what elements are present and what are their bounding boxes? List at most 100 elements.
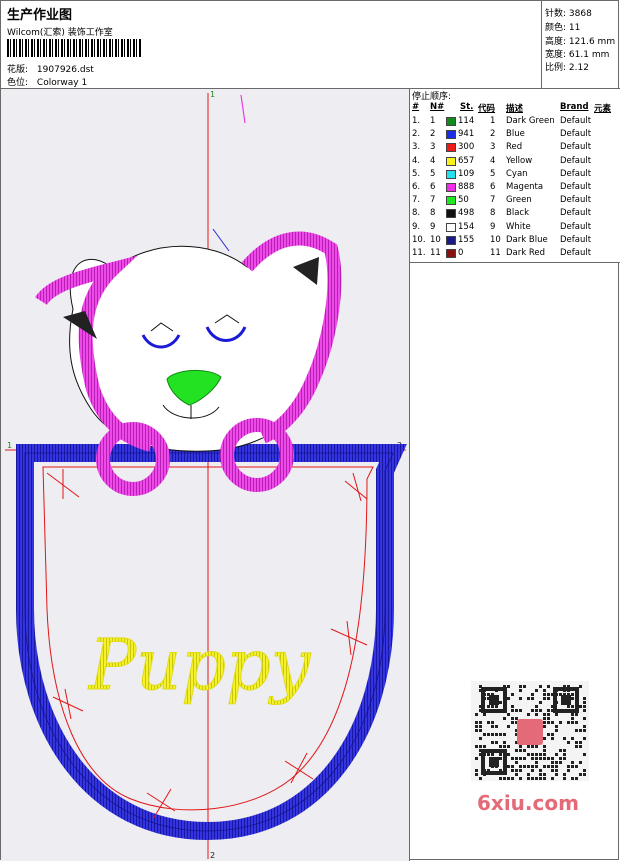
table-row: 1. 1 114 1 Dark Green Default <box>410 116 620 129</box>
row-brand: Default <box>560 142 592 153</box>
file-label: 花版: <box>7 65 29 75</box>
table-row: 8. 8 498 8 Black Default <box>410 208 620 221</box>
sheet-title: 生产作业图 <box>7 8 73 23</box>
row-brand: Default <box>560 182 592 192</box>
row-brand: Default <box>560 208 592 219</box>
qr-code <box>471 681 589 781</box>
row-code: 6 <box>490 182 496 192</box>
row-index: 11. <box>412 248 426 258</box>
file-row: 花版: 1907926.dst <box>7 62 94 75</box>
color-swatch <box>446 209 456 219</box>
stat-scale: 比例: 2.12 <box>545 63 589 73</box>
row-code: 5 <box>490 168 496 179</box>
table-row: 3. 3 300 3 Red Default <box>410 142 620 155</box>
row-code: 2 <box>490 129 496 140</box>
row-stitches: 300 <box>458 142 475 153</box>
row-stitches: 0 <box>458 248 464 258</box>
row-number: 11 <box>430 248 441 258</box>
row-code: 10 <box>490 234 501 245</box>
row-number: 6 <box>430 182 436 192</box>
row-stitches: 154 <box>458 221 475 232</box>
row-brand: Default <box>560 116 592 126</box>
row-brand: Default <box>560 155 592 166</box>
row-number: 5 <box>430 168 436 179</box>
sheet-header: 生产作业图 Wilcom(汇索) 装饰工作室 花版: 1907926.dst 色… <box>1 1 620 89</box>
row-brand: Default <box>560 195 592 206</box>
production-sheet: 生产作业图 Wilcom(汇索) 装饰工作室 花版: 1907926.dst 色… <box>0 0 620 861</box>
row-stitches: 109 <box>458 168 475 179</box>
row-stitches: 155 <box>458 234 475 245</box>
row-index: 5. <box>412 168 421 179</box>
row-index: 3. <box>412 142 421 153</box>
stat-colors: 颜色: 11 <box>545 23 581 33</box>
row-code: 9 <box>490 221 496 232</box>
row-number: 9 <box>430 221 436 232</box>
jump-stitch <box>240 94 246 124</box>
row-number: 7 <box>430 195 436 206</box>
row-code: 1 <box>490 116 496 126</box>
row-code: 4 <box>490 155 496 166</box>
row-description: White <box>506 221 531 232</box>
row-index: 9. <box>412 221 421 232</box>
row-description: Cyan <box>506 168 528 179</box>
row-stitches: 50 <box>458 195 469 206</box>
embroidery-design: 1 2 1 2 Puppy <box>5 90 407 860</box>
table-row: 4. 4 657 4 Yellow Default <box>410 156 620 169</box>
axis-mark-bottom: 2 <box>210 851 215 860</box>
row-brand: Default <box>560 168 592 179</box>
row-code: 11 <box>490 248 501 258</box>
row-number: 8 <box>430 208 436 219</box>
color-swatch <box>446 143 456 153</box>
row-description: Yellow <box>506 155 533 166</box>
table-row: 9. 9 154 9 White Default <box>410 222 620 235</box>
row-description: Blue <box>506 129 525 140</box>
col-number: N# <box>430 102 445 112</box>
row-index: 2. <box>412 129 421 140</box>
stat-height: 高度: 121.6 mm <box>545 37 616 47</box>
watermark-site: 6xiu.com <box>477 791 579 815</box>
row-index: 6. <box>412 182 421 192</box>
row-number: 1 <box>430 116 436 126</box>
col-element: 元素 <box>594 104 612 114</box>
axis-mark-top: 1 <box>210 90 215 99</box>
row-stitches: 657 <box>458 155 475 166</box>
color-swatch <box>446 169 456 179</box>
row-description: Red <box>506 142 523 153</box>
color-swatch <box>446 222 456 232</box>
row-number: 4 <box>430 155 436 166</box>
row-number: 10 <box>430 234 441 245</box>
row-index: 1. <box>412 116 421 126</box>
color-stop-table: 停止顺序: # N# St. 代码 描述 Brand 元素 1. 1 114 1 Dar… <box>410 89 620 263</box>
file-name: 1907926.dst <box>36 65 94 75</box>
row-index: 4. <box>412 155 421 166</box>
colorway-name: Colorway 1 <box>36 78 88 88</box>
table-row: 2. 2 941 2 Blue Default <box>410 129 620 142</box>
row-brand: Default <box>560 129 592 140</box>
color-swatch <box>446 249 456 258</box>
row-brand: Default <box>560 248 592 258</box>
design-canvas: 1 2 1 2 Puppy <box>1 89 410 861</box>
table-row: 5. 5 109 5 Cyan Default <box>410 169 620 182</box>
jump-stitch <box>212 228 230 252</box>
barcode <box>7 39 142 57</box>
row-description: Black <box>506 208 529 219</box>
colorway-label: 色位: <box>7 78 29 88</box>
col-description: 描述 <box>506 104 524 114</box>
row-stitches: 941 <box>458 129 475 140</box>
row-index: 8. <box>412 208 421 219</box>
color-swatch <box>446 117 456 126</box>
puppy-lettering: Puppy <box>87 624 312 706</box>
row-stitches: 888 <box>458 182 475 192</box>
row-index: 10. <box>412 234 426 245</box>
row-description: Dark Blue <box>506 234 548 245</box>
row-brand: Default <box>560 221 592 232</box>
table-row: 6. 6 888 6 Magenta Default <box>410 182 620 195</box>
company-name: Wilcom(汇索) 装饰工作室 <box>7 28 113 38</box>
col-index: # <box>412 102 420 112</box>
stat-stitches: 针数: 3868 <box>545 9 592 19</box>
col-stitches: St. <box>460 102 474 112</box>
color-swatch <box>446 235 456 245</box>
table-row: 10. 10 155 10 Dark Blue Default <box>410 235 620 248</box>
table-row: 11. 11 0 11 Dark Red Default <box>410 248 620 261</box>
col-code: 代码 <box>478 104 496 114</box>
